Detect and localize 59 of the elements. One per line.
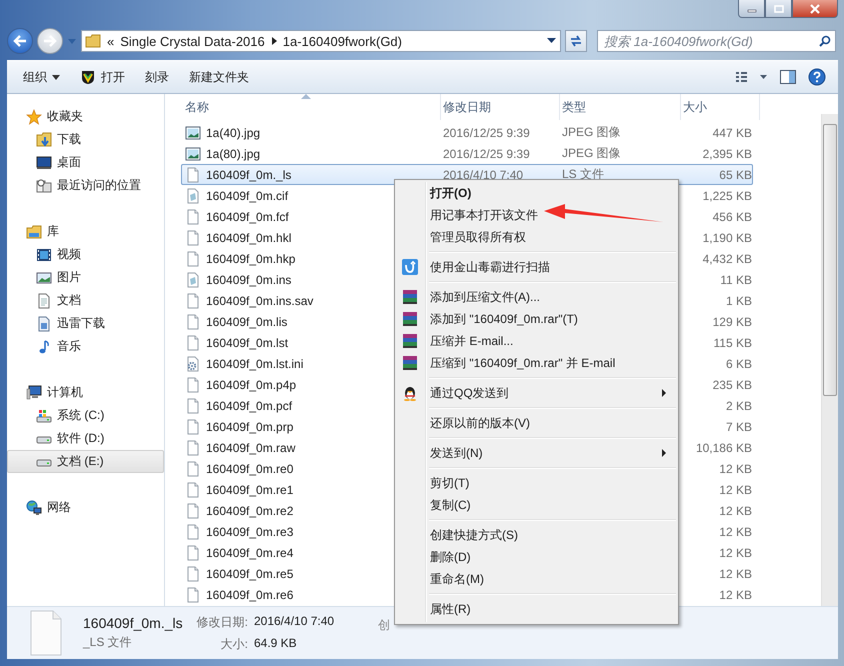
field-label: 创: [378, 617, 390, 634]
file-size: 10,186 KB: [696, 440, 752, 454]
file-size: 1,190 KB: [702, 230, 752, 244]
file-size: 235 KB: [712, 378, 752, 392]
file-name: 160409f_0m.re3: [206, 524, 294, 538]
file-name: 160409f_0m.pcf: [206, 398, 292, 412]
modified-date: 2016/12/25 9:39: [443, 126, 530, 140]
file-name: 160409f_0m.lis: [206, 314, 288, 328]
file-name: 160409f_0m.raw: [206, 440, 296, 454]
file-name: 160409f_0m.fcf: [206, 210, 289, 224]
file-size: 115 KB: [714, 336, 752, 350]
file-name: 160409f_0m.p4p: [206, 378, 296, 392]
file-size: 6 KB: [726, 356, 752, 370]
file-size: 12 KB: [719, 462, 752, 476]
file-name: 160409f_0m._ls: [83, 615, 183, 631]
file-size: 2,395 KB: [702, 146, 752, 160]
file-name: 160409f_0m.re1: [206, 482, 294, 496]
file-type: JPEG 图像: [562, 125, 621, 139]
file-size: 7 KB: [726, 420, 752, 434]
modified-date: 2016/4/10 7:40: [443, 168, 524, 182]
file-size: 12 KB: [719, 482, 752, 496]
file-size: 12 KB: [719, 566, 752, 580]
file-size: 4,432 KB: [702, 252, 752, 266]
file-name: 160409f_0m.re2: [206, 504, 294, 518]
file-size: 456 KB: [712, 210, 752, 224]
file-size: 12 KB: [719, 546, 752, 560]
file-size: 12 KB: [719, 588, 752, 602]
file-name: 1a(80).jpg: [206, 146, 260, 160]
file-size: 447 KB: [712, 126, 752, 140]
file-name: 160409f_0m.prp: [206, 420, 294, 434]
file-size: 1 KB: [726, 294, 752, 308]
file-name: 160409f_0m.hkl: [206, 230, 292, 244]
file-type: JPEG 图像: [562, 146, 621, 160]
modified-date: 2016/12/25 9:39: [443, 146, 530, 160]
file-name: 160409f_0m._ls: [206, 168, 292, 182]
file-name: 160409f_0m.hkp: [206, 252, 296, 266]
file-size: 129 KB: [712, 314, 752, 328]
file-name: 160409f_0m.re5: [206, 566, 294, 580]
file-name: 160409f_0m.lst.ini: [206, 356, 304, 370]
file-size: 1,225 KB: [702, 188, 752, 202]
file-size: 12 KB: [719, 504, 752, 518]
file-type: _LS 文件: [83, 634, 133, 651]
file-name: 160409f_0m.re6: [206, 588, 294, 602]
file-type: LS 文件: [562, 167, 604, 181]
file-size: 2 KB: [726, 398, 752, 412]
file-size: 12 KB: [719, 524, 752, 538]
file-name: 160409f_0m.lst: [206, 336, 288, 350]
field-value: 64.9 KB: [254, 636, 298, 652]
field-label: 大小:: [220, 636, 248, 652]
file-name: 160409f_0m.ins: [206, 272, 292, 286]
file-size: 65 KB: [719, 168, 752, 182]
field-label: 修改日期:: [196, 614, 248, 630]
file-name: 160409f_0m.re4: [206, 546, 294, 560]
field-value: 2016/4/10 7:40: [254, 614, 334, 630]
file-size: 11 KB: [720, 272, 752, 286]
file-name: 1a(40).jpg: [206, 126, 260, 140]
file-name: 160409f_0m.ins.sav: [206, 294, 314, 308]
file-name: 160409f_0m.cif: [206, 188, 288, 202]
file-name: 160409f_0m.re0: [206, 462, 294, 476]
